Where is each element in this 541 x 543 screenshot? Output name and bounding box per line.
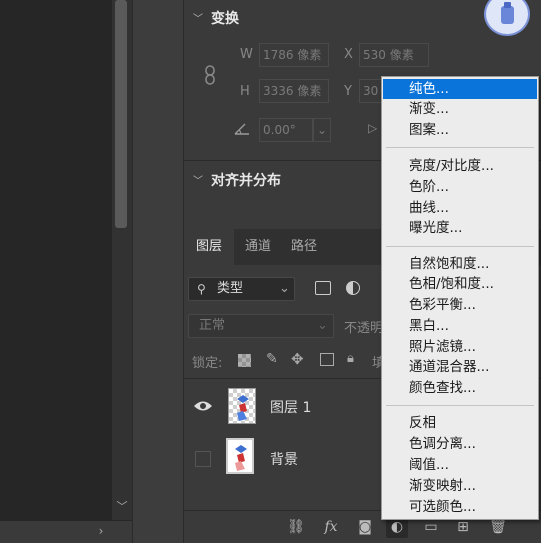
menu-item-vibrance[interactable]: 自然饱和度...	[383, 254, 537, 274]
move-icon[interactable]: ✥	[291, 350, 304, 368]
visibility-toggle[interactable]	[195, 451, 211, 467]
menu-item-posterize[interactable]: 色调分离...	[383, 434, 537, 454]
menu-item-solid-color[interactable]: 纯色...	[383, 79, 537, 99]
tab-layers[interactable]: 图层	[184, 229, 234, 265]
width-field[interactable]: 1786 像素	[259, 43, 329, 67]
menu-item-brightness-contrast[interactable]: 亮度/对比度...	[383, 156, 537, 176]
eye-icon[interactable]	[193, 399, 213, 413]
menu-item-color-lookup[interactable]: 颜色查找...	[383, 378, 537, 398]
adjustment-filter-icon[interactable]	[346, 281, 360, 295]
scrollbar-thumb[interactable]	[115, 0, 127, 228]
app-badge-icon[interactable]	[484, 0, 530, 36]
menu-separator	[386, 246, 534, 247]
artboard-lock-icon[interactable]	[320, 353, 334, 366]
chevron-down-icon[interactable]: ﹀	[193, 10, 203, 25]
menu-item-hue-saturation[interactable]: 色相/饱和度...	[383, 274, 537, 294]
menu-item-color-balance[interactable]: 色彩平衡...	[383, 295, 537, 315]
y-label: Y	[344, 84, 352, 99]
lock-label: 锁定:	[192, 356, 223, 371]
menu-item-invert[interactable]: 反相	[383, 413, 537, 433]
height-label: H	[240, 84, 250, 99]
angle-icon	[233, 122, 251, 136]
canvas-area[interactable]	[0, 0, 112, 520]
chevron-right-icon[interactable]: ›	[94, 522, 108, 540]
menu-item-threshold[interactable]: 阈值...	[383, 455, 537, 475]
image-filter-icon[interactable]	[315, 281, 331, 295]
layer-thumbnail[interactable]	[228, 388, 256, 424]
menu-item-selective-color[interactable]: 可选颜色...	[383, 497, 537, 517]
height-field[interactable]: 3336 像素	[259, 79, 329, 103]
layer-name[interactable]: 背景	[270, 449, 298, 469]
background-thumbnail[interactable]	[226, 438, 254, 474]
angle-dropdown-chevron-icon[interactable]: ⌄	[313, 118, 331, 142]
blend-mode-value: 正常	[199, 318, 226, 333]
adjustment-menu: 纯色... 渐变... 图案... 亮度/对比度... 色阶... 曲线... …	[381, 76, 539, 520]
menu-item-gradient[interactable]: 渐变...	[383, 99, 537, 119]
tab-channels[interactable]: 通道	[236, 229, 280, 265]
width-label: W	[240, 47, 253, 62]
angle-field[interactable]: 0.00°	[259, 118, 313, 142]
menu-item-levels[interactable]: 色阶...	[383, 177, 537, 197]
menu-separator	[386, 147, 534, 148]
lock-transparent-icon[interactable]	[238, 354, 251, 367]
lock-icon[interactable]: 🔒︎	[347, 351, 354, 366]
blend-mode-select[interactable]: 正常 ⌄	[188, 314, 334, 338]
menu-item-photo-filter[interactable]: 照片滤镜...	[383, 337, 537, 357]
menu-item-curves[interactable]: 曲线...	[383, 198, 537, 218]
search-icon: ⚲	[197, 282, 206, 296]
filter-type-label: 类型	[217, 281, 244, 296]
fx-icon[interactable]: fx	[320, 516, 342, 538]
panel-divider	[132, 0, 184, 543]
x-field[interactable]: 530 像素	[359, 43, 429, 67]
scroll-down-arrow-icon[interactable]: ﹀	[114, 498, 130, 516]
tab-paths[interactable]: 路径	[282, 229, 326, 265]
link-icon[interactable]	[203, 64, 217, 86]
chevron-down-icon[interactable]: ﹀	[193, 172, 203, 187]
layer-filter-select[interactable]: ⚲ 类型 ⌄	[188, 277, 295, 301]
menu-item-exposure[interactable]: 曝光度...	[383, 218, 537, 238]
chevron-down-icon: ⌄	[317, 318, 328, 333]
menu-item-gradient-map[interactable]: 渐变映射...	[383, 476, 537, 496]
link-layers-icon[interactable]: ⛓	[285, 516, 307, 538]
x-label: X	[344, 47, 353, 62]
menu-separator	[386, 405, 534, 406]
transform-section-title[interactable]: 变换	[211, 8, 239, 28]
flip-icon[interactable]: ▷	[368, 121, 377, 135]
menu-item-channel-mixer[interactable]: 通道混合器...	[383, 357, 537, 377]
opacity-label: 不透明	[344, 321, 384, 336]
menu-item-pattern[interactable]: 图案...	[383, 120, 537, 140]
brush-icon[interactable]: ✎	[266, 351, 278, 367]
align-section-title[interactable]: 对齐并分布	[211, 170, 281, 190]
layer-name[interactable]: 图层 1	[270, 397, 311, 417]
horizontal-scrollbar[interactable]	[0, 520, 132, 543]
menu-item-black-white[interactable]: 黑白...	[383, 316, 537, 336]
mask-icon[interactable]: ◙	[354, 516, 376, 538]
chevron-down-icon: ⌄	[279, 281, 290, 296]
